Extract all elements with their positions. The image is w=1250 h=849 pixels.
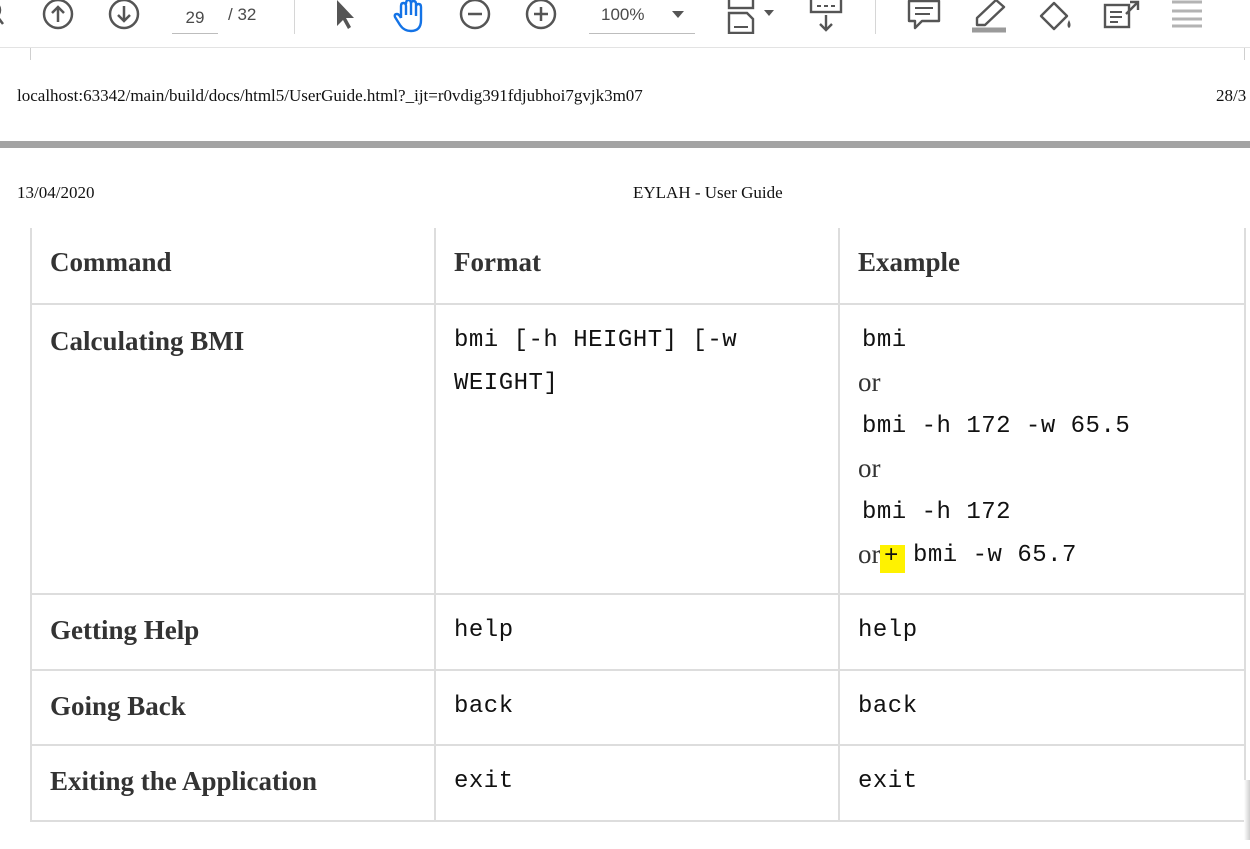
more-tools-icon[interactable]	[1170, 0, 1204, 34]
table-cell: back	[838, 671, 1246, 744]
header-title: EYLAH - User Guide	[633, 183, 783, 202]
or-separator: or	[858, 539, 881, 569]
table-cell: Format	[434, 228, 838, 303]
command-example: exit	[858, 768, 918, 795]
table-cell: Getting Help	[30, 595, 434, 669]
footer-url: localhost:63342/main/build/docs/html5/Us…	[17, 86, 643, 105]
command-format: bmi [-h HEIGHT] [-w	[454, 327, 738, 354]
paint-bucket-icon	[1039, 1, 1071, 31]
pdf-toolbar: / 32 100%	[0, 0, 1250, 48]
command-example: bmi -h 172	[862, 499, 1012, 526]
column-header-example: Example	[858, 247, 961, 277]
fill-sign-button[interactable]	[1036, 0, 1076, 34]
plus-circle-icon	[525, 0, 557, 30]
command-format: help	[454, 617, 514, 644]
table-row: Getting Help help help	[30, 595, 1246, 671]
command-name: Getting Help	[50, 615, 200, 645]
fit-width-icon	[727, 0, 774, 34]
zoom-value: 100%	[601, 5, 645, 24]
command-example: bmi -w 65.7	[913, 542, 1077, 569]
page-edge-shadow	[1244, 780, 1250, 840]
zoom-out-button[interactable]	[457, 0, 493, 32]
table-cell: Example	[838, 228, 1246, 303]
toolbar-divider	[875, 0, 876, 34]
column-header-format: Format	[454, 247, 541, 277]
highlighter-icon	[972, 0, 1006, 33]
command-example: back	[858, 693, 918, 720]
previous-page-button[interactable]	[40, 0, 76, 32]
table-row: Calculating BMI bmi [-h HEIGHT] [-w WEIG…	[30, 305, 1246, 595]
command-example: help	[858, 617, 918, 644]
command-name: Calculating BMI	[50, 326, 245, 356]
toolbar-divider	[294, 0, 295, 34]
or-separator: or	[858, 453, 881, 483]
table-header-row: Command Format Example	[30, 228, 1246, 305]
fit-page-button[interactable]	[726, 0, 778, 34]
comment-icon	[907, 0, 941, 30]
command-example: bmi -h 172 -w 65.5	[862, 413, 1131, 440]
crop-mark	[30, 48, 31, 60]
crop-mark	[1244, 48, 1245, 60]
select-tool-button[interactable]	[326, 0, 360, 32]
page-number-input[interactable]	[172, 2, 218, 34]
table-row: Exiting the Application exit exit	[30, 746, 1246, 822]
command-format-continued: WEIGHT]	[454, 370, 559, 397]
table-cell: help	[838, 595, 1246, 669]
command-name: Going Back	[50, 691, 186, 721]
table-cell: help	[434, 595, 838, 669]
table-cell: bmi [-h HEIGHT] [-w WEIGHT]	[434, 305, 838, 593]
highlight-button[interactable]	[970, 0, 1008, 34]
table-cell: exit	[838, 746, 1246, 820]
scroll-mode-button[interactable]	[808, 0, 846, 34]
chevron-down-icon	[672, 11, 684, 18]
arrow-down-circle-icon	[108, 0, 140, 30]
next-page-button[interactable]	[106, 0, 142, 32]
command-example: bmi	[862, 327, 907, 354]
command-format: exit	[454, 768, 514, 795]
table-cell: Calculating BMI	[30, 305, 434, 593]
export-icon	[1103, 0, 1140, 29]
table-cell: back	[434, 671, 838, 744]
share-button[interactable]	[1102, 0, 1142, 34]
table-cell: Exiting the Application	[30, 746, 434, 820]
header-date: 13/04/2020	[17, 183, 95, 202]
cursor-arrow-icon	[337, 0, 354, 29]
arrow-up-circle-icon	[42, 0, 74, 30]
page-separator	[0, 141, 1250, 148]
hand-tool-button[interactable]	[390, 0, 430, 34]
command-name: Exiting the Application	[50, 766, 318, 796]
minus-circle-icon	[459, 0, 491, 30]
table-cell: exit	[434, 746, 838, 820]
or-separator: or	[858, 367, 881, 397]
footer-page-number: 28/3	[1216, 86, 1247, 105]
page-total-label: / 32	[228, 5, 257, 24]
table-cell: Going Back	[30, 671, 434, 744]
table-cell: Command	[30, 228, 434, 303]
zoom-dropdown[interactable]: 100%	[589, 0, 695, 34]
command-format: back	[454, 693, 514, 720]
column-header-command: Command	[50, 247, 172, 277]
table-row: Going Back back back	[30, 671, 1246, 746]
search-icon[interactable]	[0, 0, 12, 32]
zoom-in-button[interactable]	[523, 0, 559, 32]
highlighted-plus: +	[884, 543, 899, 570]
add-comment-button[interactable]	[906, 0, 942, 34]
hand-icon	[393, 0, 423, 33]
scroll-down-icon	[809, 0, 843, 32]
